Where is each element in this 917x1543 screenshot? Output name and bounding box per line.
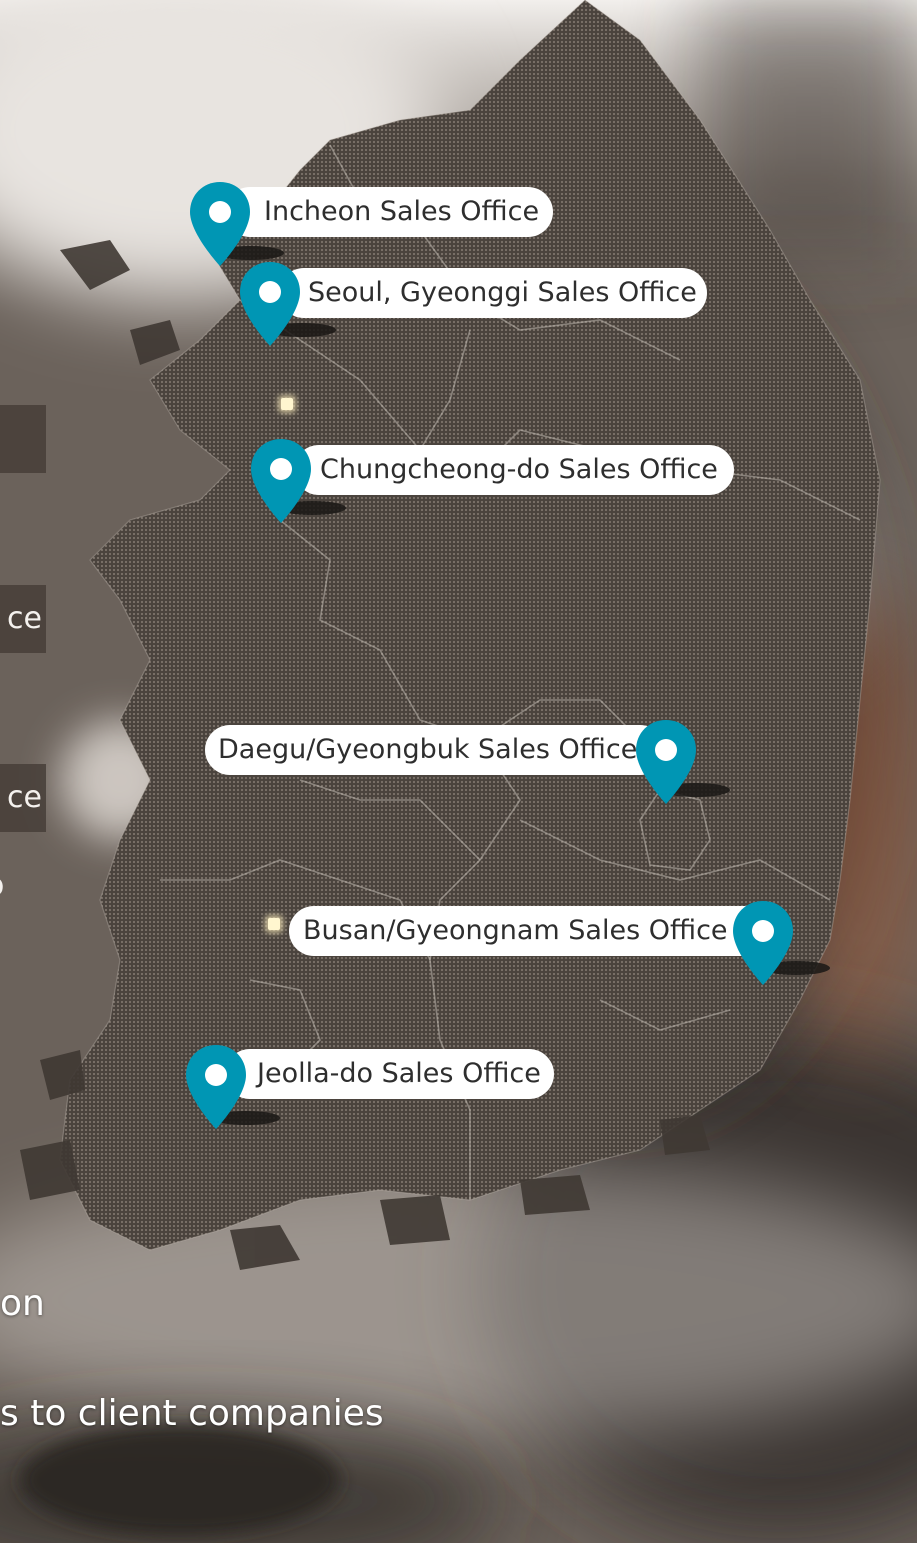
map-pin-icon-shape bbox=[186, 1045, 246, 1129]
office-label-daegu[interactable]: Daegu/Gyeongbuk Sales Office bbox=[205, 725, 665, 775]
office-label-seoul[interactable]: Seoul, Gyeonggi Sales Office bbox=[279, 268, 707, 318]
city-dot-2 bbox=[268, 918, 280, 930]
map-pin-icon[interactable] bbox=[238, 260, 302, 348]
side-box-3-text: ce bbox=[7, 780, 42, 815]
map-pin-icon[interactable] bbox=[731, 899, 795, 987]
bottom-text-line-1: on bbox=[0, 1283, 45, 1324]
map-pin-icon-shape bbox=[240, 262, 300, 346]
city-dot-1 bbox=[281, 398, 293, 410]
map-pin-icon[interactable] bbox=[188, 180, 252, 268]
map-pin-icon-shape bbox=[190, 182, 250, 266]
office-label-jeolla[interactable]: Jeolla-do Sales Office bbox=[225, 1049, 554, 1099]
office-label-incheon[interactable]: Incheon Sales Office bbox=[225, 187, 553, 237]
map-pin-icon[interactable] bbox=[249, 437, 313, 525]
side-box-2: ce bbox=[0, 585, 46, 653]
side-box-4-text: o bbox=[0, 868, 8, 903]
side-box-3: ce bbox=[0, 764, 46, 832]
bottom-text-line-2: s to client companies bbox=[0, 1393, 384, 1434]
map-pin-icon[interactable] bbox=[184, 1043, 248, 1131]
office-label-busan[interactable]: Busan/Gyeongnam Sales Office bbox=[289, 906, 769, 956]
map-pin-icon-shape bbox=[636, 720, 696, 804]
side-box-2-text: ce bbox=[7, 601, 42, 636]
map-pin-icon[interactable] bbox=[634, 718, 698, 806]
map-pin-icon-shape bbox=[733, 901, 793, 985]
map-pin-icon-shape bbox=[251, 439, 311, 523]
side-box-1 bbox=[0, 405, 46, 473]
office-label-chungcheong[interactable]: Chungcheong-do Sales Office bbox=[294, 445, 734, 495]
